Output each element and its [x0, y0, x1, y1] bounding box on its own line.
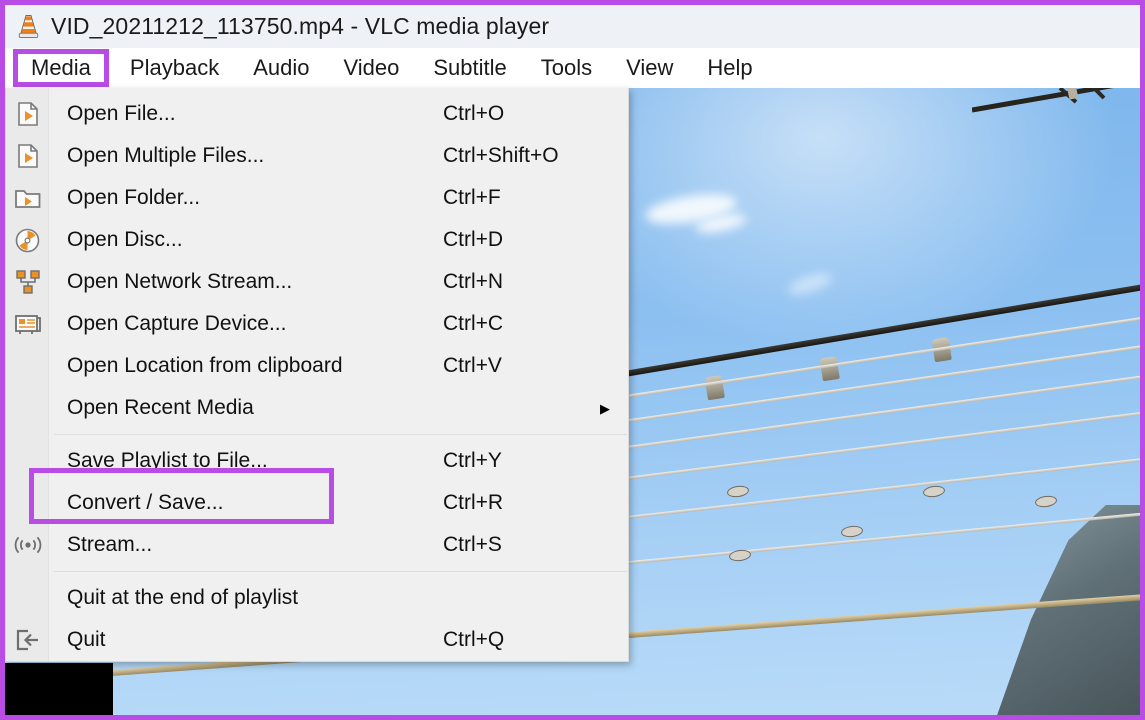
no-icon: [6, 345, 49, 387]
menu-item-label: Open Folder...: [67, 186, 201, 209]
menu-item-label: Quit at the end of playlist: [67, 586, 299, 609]
menu-item-open-folder[interactable]: Open Folder... Ctrl+F: [6, 177, 628, 219]
menu-item-label: Open Capture Device...: [67, 312, 287, 335]
menubar-item-label: Tools: [540, 55, 593, 80]
stream-icon: [6, 524, 49, 566]
capture-device-icon: [6, 303, 49, 345]
menu-item-open-location-from-clipboard[interactable]: Open Location from clipboard Ctrl+V: [6, 345, 628, 387]
menu-item-stream[interactable]: Stream... Ctrl+S: [6, 524, 628, 566]
menu-item-convert-save[interactable]: Convert / Save... Ctrl+R: [6, 482, 628, 524]
menubar-item-label: View: [626, 55, 674, 80]
disc-icon: [6, 219, 49, 261]
utility-pole-icon: [972, 88, 1114, 113]
menu-item-label: Quit: [67, 628, 106, 651]
menu-item-open-multiple-files[interactable]: Open Multiple Files... Ctrl+Shift+O: [6, 135, 628, 177]
vlc-window: VID_20211212_113750.mp4 - VLC media play…: [0, 0, 1145, 720]
file-play-icon: [6, 93, 49, 135]
menubar-item-tools[interactable]: Tools: [524, 52, 609, 84]
menu-item-label: Open Disc...: [67, 228, 183, 251]
menu-item-open-recent-media[interactable]: Open Recent Media ▶: [6, 387, 628, 429]
menu-item-quit[interactable]: Quit Ctrl+Q: [6, 619, 628, 661]
menu-item-label: Stream...: [67, 533, 153, 556]
menu-item-label: Open Network Stream...: [67, 270, 293, 293]
no-icon: [6, 387, 49, 429]
menu-item-label: Save Playlist to File...: [67, 449, 268, 472]
menu-separator: [54, 571, 627, 572]
menu-item-open-capture-device[interactable]: Open Capture Device... Ctrl+C: [6, 303, 628, 345]
folder-play-icon: [6, 177, 49, 219]
menubar-item-label: Subtitle: [433, 55, 507, 80]
menu-item-shortcut: Ctrl+S: [443, 533, 502, 556]
menu-item-quit-at-end-of-playlist[interactable]: Quit at the end of playlist: [6, 577, 628, 619]
no-icon: [6, 482, 49, 524]
menu-item-list: Open File... Ctrl+O Open Multiple Files.…: [6, 88, 628, 661]
window-title: VID_20211212_113750.mp4 - VLC media play…: [51, 13, 550, 39]
menu-item-open-disc[interactable]: Open Disc... Ctrl+D: [6, 219, 628, 261]
menubar-item-subtitle[interactable]: Subtitle: [416, 52, 523, 84]
menu-item-label: Open Multiple Files...: [67, 144, 265, 167]
menu-item-shortcut: Ctrl+C: [443, 312, 504, 335]
menu-item-shortcut: Ctrl+V: [443, 354, 502, 377]
menubar-item-help[interactable]: Help: [690, 52, 769, 84]
no-icon: [6, 440, 49, 482]
no-icon: [6, 577, 49, 619]
window-titlebar: VID_20211212_113750.mp4 - VLC media play…: [5, 5, 1140, 48]
menu-item-shortcut: Ctrl+N: [443, 270, 504, 293]
menubar-item-label: Audio: [253, 55, 310, 80]
menubar-item-playback[interactable]: Playback: [113, 52, 236, 84]
network-icon: [6, 261, 49, 303]
menu-item-label: Convert / Save...: [67, 491, 224, 514]
menu-item-label: Open Location from clipboard: [67, 354, 343, 377]
menu-item-shortcut: Ctrl+D: [443, 228, 504, 251]
menubar-item-video[interactable]: Video: [326, 52, 416, 84]
menu-item-shortcut: Ctrl+R: [443, 491, 504, 514]
menu-item-save-playlist-to-file[interactable]: Save Playlist to File... Ctrl+Y: [6, 440, 628, 482]
insulator-icon: [819, 355, 840, 382]
file-play-icon: [6, 135, 49, 177]
menu-item-open-file[interactable]: Open File... Ctrl+O: [6, 93, 628, 135]
insulator-icon: [704, 374, 725, 401]
menubar-item-label: Help: [707, 55, 753, 80]
quit-icon: [6, 619, 49, 661]
menubar-item-label: Media: [31, 55, 91, 80]
menu-item-label: Open Recent Media: [67, 396, 254, 419]
chevron-right-icon: ▶: [600, 400, 610, 416]
menu-item-shortcut: Ctrl+Shift+O: [443, 144, 559, 167]
menubar-item-media[interactable]: Media: [13, 49, 109, 87]
menu-separator: [54, 434, 627, 435]
menu-item-shortcut: Ctrl+F: [443, 186, 501, 209]
menu-item-shortcut: Ctrl+O: [443, 102, 505, 125]
menubar-item-label: Video: [343, 55, 400, 80]
media-dropdown-menu: Open File... Ctrl+O Open Multiple Files.…: [5, 88, 629, 662]
menu-item-label: Open File...: [67, 102, 176, 125]
menu-item-shortcut: Ctrl+Y: [443, 449, 502, 472]
menubar-item-label: Playback: [129, 55, 220, 80]
letterbox-black-bar: [5, 663, 113, 715]
menubar-item-view[interactable]: View: [609, 52, 690, 84]
menu-item-shortcut: Ctrl+Q: [443, 628, 505, 651]
menu-item-open-network-stream[interactable]: Open Network Stream... Ctrl+N: [6, 261, 628, 303]
menubar-item-audio[interactable]: Audio: [236, 52, 326, 84]
vlc-cone-icon: [18, 15, 39, 38]
menu-bar: Media Playback Audio Video Subtitle Tool…: [5, 48, 1140, 88]
